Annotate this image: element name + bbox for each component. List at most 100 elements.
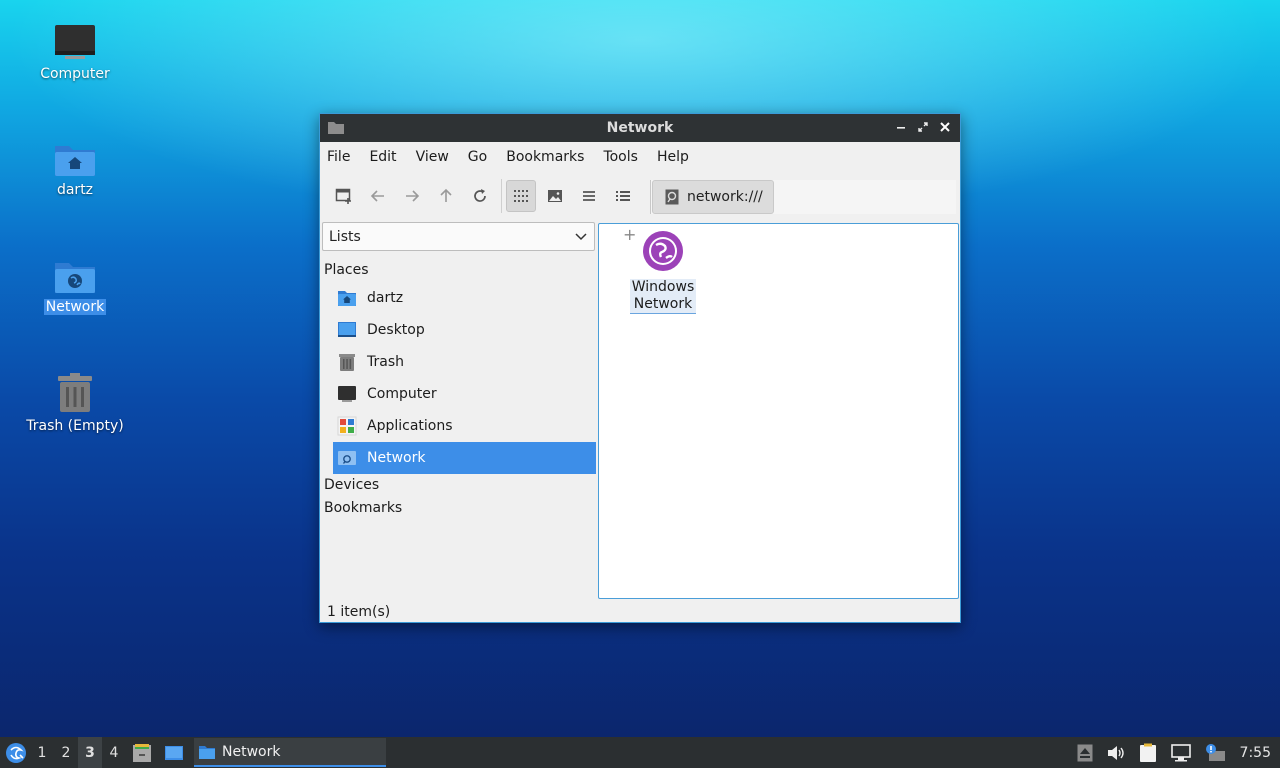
tray-volume[interactable] <box>1100 737 1132 768</box>
arrow-left-icon <box>370 190 384 202</box>
toolbar: network:/// <box>320 172 960 220</box>
desktop-icon-label: Trash (Empty) <box>26 418 124 434</box>
tray-network[interactable] <box>1164 737 1198 768</box>
show-desktop-icon <box>165 745 183 760</box>
menu-bookmarks[interactable]: Bookmarks <box>502 149 588 165</box>
quicklaunch-show-desktop[interactable] <box>158 737 190 768</box>
applications-icon <box>337 416 357 436</box>
desktop-icon-home[interactable]: dartz <box>20 140 130 198</box>
workspace-4[interactable]: 4 <box>102 737 126 768</box>
tray-eject[interactable] <box>1070 737 1100 768</box>
place-item-home[interactable]: dartz <box>333 282 596 314</box>
place-item-trash[interactable]: Trash <box>333 346 596 378</box>
place-label: dartz <box>367 290 404 306</box>
maximize-button[interactable] <box>914 118 932 136</box>
workspace-3[interactable]: 3 <box>78 737 102 768</box>
toolbar-separator <box>501 179 502 213</box>
home-folder-icon <box>338 291 356 306</box>
forward-button[interactable] <box>397 180 427 212</box>
menu-help[interactable]: Help <box>653 149 693 165</box>
eject-icon <box>1077 744 1093 761</box>
file-item-windows-network[interactable]: Windows Network <box>629 230 697 314</box>
title-bar[interactable]: Network <box>320 114 960 142</box>
desktop-icon-computer[interactable]: Computer <box>20 22 130 82</box>
windows-network-icon <box>643 231 683 271</box>
place-label: Applications <box>367 418 453 434</box>
menu-bar: File Edit View Go Bookmarks Tools Help <box>320 142 960 172</box>
menu-tools[interactable]: Tools <box>599 149 642 165</box>
network-folder-icon <box>55 263 95 293</box>
tray-notifications[interactable] <box>1198 737 1234 768</box>
place-label: Network <box>367 450 426 466</box>
network-drive-icon <box>665 189 679 205</box>
menu-file[interactable]: File <box>323 149 354 165</box>
task-button-network[interactable]: Network <box>194 738 386 767</box>
workspace-1[interactable]: 1 <box>30 737 54 768</box>
side-pane: Lists Places dartz Desktop Trash Compute… <box>321 222 596 598</box>
quicklaunch-file-cabinet[interactable] <box>126 737 158 768</box>
new-tab-icon <box>335 188 351 204</box>
place-label: Trash <box>367 354 404 370</box>
thumbnail-view-button[interactable] <box>540 180 570 212</box>
clipboard-icon <box>1139 743 1156 762</box>
place-item-computer[interactable]: Computer <box>333 378 596 410</box>
path-button-network[interactable]: network:/// <box>652 180 774 214</box>
up-button[interactable] <box>431 180 461 212</box>
minimize-icon <box>897 127 905 129</box>
folder-icon <box>199 745 215 759</box>
desktop-icon-network[interactable]: Network <box>20 257 130 315</box>
grid-view-icon <box>514 190 528 202</box>
back-button[interactable] <box>363 180 393 212</box>
file-manager-window: Network File Edit View Go Bookmarks Tool… <box>319 113 961 623</box>
new-tab-button[interactable] <box>329 180 359 212</box>
place-item-desktop[interactable]: Desktop <box>333 314 596 346</box>
start-menu-button[interactable] <box>2 737 30 768</box>
notification-icon <box>1205 743 1225 761</box>
menu-view[interactable]: View <box>412 149 453 165</box>
home-folder-icon <box>55 146 95 176</box>
desktop-icon-label: dartz <box>56 182 94 198</box>
window-title: Network <box>606 120 674 136</box>
lxqt-logo-icon <box>6 742 26 763</box>
tray-clipboard[interactable] <box>1132 737 1164 768</box>
bookmarks-header[interactable]: Bookmarks <box>324 500 402 516</box>
maximize-icon <box>918 122 928 132</box>
arrow-up-icon <box>440 188 452 202</box>
desktop-icon <box>338 322 356 337</box>
place-label: Computer <box>367 386 437 402</box>
desktop-icon-trash[interactable]: Trash (Empty) <box>20 372 130 434</box>
place-item-applications[interactable]: Applications <box>333 410 596 442</box>
status-bar: 1 item(s) <box>327 604 391 620</box>
compact-view-button[interactable] <box>574 180 604 212</box>
location-bar: network:/// <box>650 180 956 214</box>
side-pane-mode-select[interactable]: Lists <box>322 222 595 251</box>
workspace-2[interactable]: 2 <box>54 737 78 768</box>
list-icon <box>583 191 595 201</box>
detailed-view-button[interactable] <box>608 180 638 212</box>
computer-icon <box>55 25 95 59</box>
taskbar: 1 2 3 4 Network 7:55 <box>0 737 1280 768</box>
close-button[interactable] <box>936 118 954 136</box>
clock[interactable]: 7:55 <box>1234 745 1280 761</box>
side-pane-mode-value: Lists <box>329 228 361 245</box>
location-path: network:/// <box>687 189 763 205</box>
file-view[interactable]: + Windows Network <box>598 223 959 599</box>
minimize-button[interactable] <box>892 118 910 136</box>
network-status-icon <box>1170 743 1191 761</box>
menu-edit[interactable]: Edit <box>365 149 400 165</box>
desktop-icon-label: Network <box>43 299 107 315</box>
menu-go[interactable]: Go <box>464 149 491 165</box>
places-header[interactable]: Places <box>324 262 369 278</box>
network-icon <box>338 451 356 465</box>
devices-header[interactable]: Devices <box>324 477 379 493</box>
task-button-label: Network <box>222 743 281 760</box>
reload-icon <box>474 189 486 202</box>
reload-button[interactable] <box>465 180 495 212</box>
place-label: Desktop <box>367 322 425 338</box>
computer-icon <box>338 386 356 402</box>
icon-view-button[interactable] <box>506 180 536 212</box>
file-item-label-line2: Network <box>633 296 693 312</box>
desktop-icon-label: Computer <box>40 66 110 82</box>
system-tray: 7:55 <box>1070 737 1280 768</box>
place-item-network[interactable]: Network <box>333 442 596 474</box>
